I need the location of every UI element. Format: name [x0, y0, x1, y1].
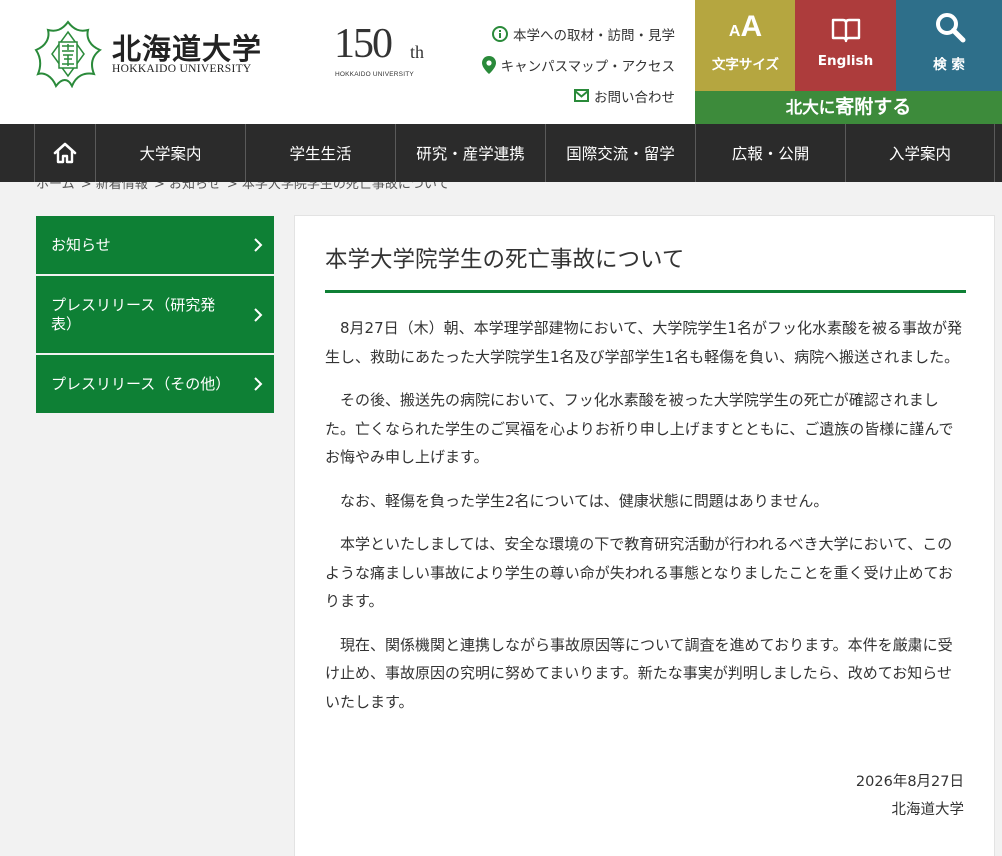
university-logo[interactable]: 北海道大学 HOKKAIDO UNIVERSITY [34, 20, 284, 90]
chevron-right-icon [254, 307, 263, 322]
nav-about[interactable]: 大学案内 [95, 124, 245, 182]
sidebar-item-label: プレスリリース（その他） [51, 374, 231, 393]
font-size-glyph-big: A [740, 10, 763, 43]
english-button[interactable]: English [795, 0, 896, 91]
nav-public-relations[interactable]: 広報・公開 [695, 124, 845, 182]
article-paragraph: 現在、関係機関と連携しながら事故原因等について調査を進めております。本件を厳粛に… [325, 635, 953, 711]
visit-link-label: 本学への取材・訪問・見学 [513, 27, 675, 44]
article-date: 2026年8月27日 [855, 774, 964, 790]
site-header: 北海道大学 HOKKAIDO UNIVERSITY 150 th HOKKAID… [0, 0, 1002, 124]
campus-map-link[interactable]: キャンパスマップ・アクセス [481, 49, 675, 80]
sidebar-item-notices[interactable]: お知らせ [36, 216, 274, 276]
page-title: 本学大学院学生の死亡事故について [325, 247, 685, 273]
visit-link[interactable]: 本学への取材・訪問・見学 [482, 18, 675, 49]
contact-link[interactable]: お問い合わせ [482, 80, 675, 111]
nav-admissions[interactable]: 入学案内 [845, 124, 995, 182]
nav-student-life[interactable]: 学生生活 [245, 124, 395, 182]
sidebar-item-press-other[interactable]: プレスリリース（その他） [36, 355, 274, 415]
article-paragraph: その後、搬送先の病院において、フッ化水素酸を被った大学院学生の死亡が確認されまし… [325, 391, 954, 466]
nav-research[interactable]: 研究・産学連携 [395, 124, 545, 182]
sidebar-item-press-research[interactable]: プレスリリース（研究発表） [36, 276, 274, 355]
english-label: English [817, 53, 874, 69]
chevron-right-icon [254, 377, 263, 391]
campus-map-link-label: キャンパスマップ・アクセス [500, 58, 675, 75]
breadcrumb-notices[interactable]: お知らせ [169, 182, 221, 192]
header-tiles: AA 文字サイズ English 検 索 北大に寄附する [695, 0, 1002, 124]
logo-text-ja: 北海道大学 [112, 32, 263, 66]
contact-link-label: お問い合わせ [594, 89, 675, 106]
title-divider [325, 290, 966, 293]
nav-home[interactable] [34, 124, 95, 182]
nav-international[interactable]: 国際交流・留学 [545, 124, 695, 182]
global-nav: 大学案内 学生生活 研究・産学連携 国際交流・留学 広報・公開 入学案内 [0, 124, 1002, 182]
breadcrumb-current: 本学大学院学生の死亡事故について [241, 182, 450, 192]
map-pin-icon [481, 55, 496, 74]
home-icon [53, 142, 77, 164]
font-size-label: 文字サイズ [711, 57, 780, 73]
book-icon [831, 18, 861, 43]
font-size-glyph-small: A [728, 23, 741, 40]
breadcrumb-news[interactable]: 新着情報 [96, 182, 148, 192]
anniversary-subtitle: HOKKAIDO UNIVERSITY [335, 71, 414, 78]
breadcrumb-home[interactable]: ホーム [36, 182, 75, 192]
anniversary-number: 150 [334, 21, 393, 67]
donate-prefix: 北大に [785, 98, 836, 117]
university-emblem-icon [34, 20, 102, 88]
article-panel: 本学大学院学生の死亡事故について 8月27日（木）朝、本学理学部建物において、大… [294, 215, 995, 856]
utility-links: 本学への取材・訪問・見学 キャンパスマップ・アクセス お問い合わせ [481, 18, 675, 111]
font-size-icon: AA [695, 10, 796, 44]
chevron-right-icon [254, 238, 263, 252]
mail-icon [574, 89, 589, 102]
info-icon [492, 25, 508, 42]
breadcrumb: ホーム > 新着情報 > お知らせ > 本学大学院学生の死亡事故について [0, 182, 1002, 196]
sidebar-item-label: プレスリリース（研究発表） [51, 295, 216, 333]
sidebar: お知らせ プレスリリース（研究発表） プレスリリース（その他） [36, 216, 274, 415]
anniversary-suffix: th [410, 42, 425, 62]
search-label: 検 索 [933, 57, 965, 73]
font-size-button[interactable]: AA 文字サイズ [695, 0, 796, 91]
article-author: 北海道大学 [891, 802, 965, 818]
search-button[interactable]: 検 索 [896, 0, 1002, 91]
donate-emphasis: 寄附する [835, 96, 912, 118]
article-paragraph: なお、軽傷を負った学生2名については、健康状態に問題はありません。 [340, 491, 829, 510]
logo-text-en: HOKKAIDO UNIVERSITY [112, 63, 252, 75]
article-paragraph: 本学といたしましては、安全な環境の下で教育研究活動が行われるべき大学において、こ… [325, 535, 954, 610]
article-body: 8月27日（木）朝、本学理学部建物において、大学院学生1名がフッ化水素酸を被る事… [325, 314, 966, 731]
150th-anniversary-logo[interactable]: 150 th HOKKAIDO UNIVERSITY [334, 20, 438, 82]
article-paragraph: 8月27日（木）朝、本学理学部建物において、大学院学生1名がフッ化水素酸を被る事… [325, 319, 962, 366]
sidebar-item-label: お知らせ [51, 235, 111, 254]
article-signature: 2026年8月27日 北海道大学 [856, 768, 964, 824]
search-icon [936, 13, 966, 43]
donate-button[interactable]: 北大に寄附する [695, 91, 1002, 124]
